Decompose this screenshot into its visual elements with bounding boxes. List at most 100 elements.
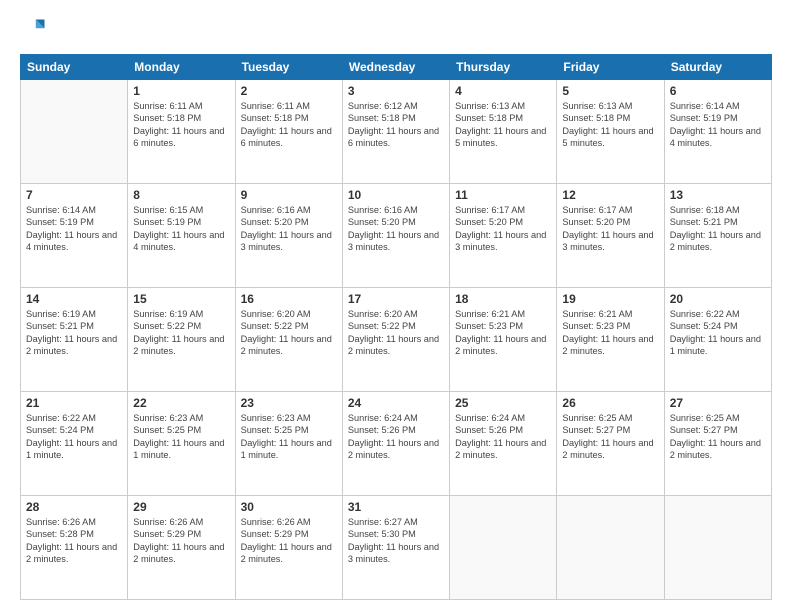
calendar-header-saturday: Saturday	[664, 55, 771, 80]
cell-daylight: Daylight: 11 hours and 2 minutes.	[348, 438, 439, 460]
cell-sunset: Sunset: 5:25 PM	[133, 425, 201, 435]
cell-daylight: Daylight: 11 hours and 1 minute.	[26, 438, 117, 460]
cell-sunrise: Sunrise: 6:13 AM	[455, 101, 525, 111]
calendar-week-row: 28Sunrise: 6:26 AMSunset: 5:28 PMDayligh…	[21, 496, 772, 600]
cell-sunset: Sunset: 5:30 PM	[348, 529, 416, 539]
cell-daylight: Daylight: 11 hours and 3 minutes.	[455, 230, 546, 252]
day-number: 17	[348, 292, 444, 306]
cell-sunset: Sunset: 5:22 PM	[133, 321, 201, 331]
day-number: 13	[670, 188, 766, 202]
cell-sunset: Sunset: 5:24 PM	[670, 321, 738, 331]
calendar-cell	[21, 80, 128, 184]
cell-sunset: Sunset: 5:18 PM	[241, 113, 309, 123]
calendar-cell: 26Sunrise: 6:25 AMSunset: 5:27 PMDayligh…	[557, 392, 664, 496]
cell-sunrise: Sunrise: 6:26 AM	[133, 517, 203, 527]
calendar-header-thursday: Thursday	[450, 55, 557, 80]
cell-sunset: Sunset: 5:25 PM	[241, 425, 309, 435]
cell-daylight: Daylight: 11 hours and 2 minutes.	[455, 438, 546, 460]
cell-daylight: Daylight: 11 hours and 2 minutes.	[455, 334, 546, 356]
day-number: 28	[26, 500, 122, 514]
cell-sunrise: Sunrise: 6:22 AM	[670, 309, 740, 319]
calendar-cell: 10Sunrise: 6:16 AMSunset: 5:20 PMDayligh…	[342, 184, 449, 288]
cell-daylight: Daylight: 11 hours and 2 minutes.	[133, 542, 224, 564]
cell-sunrise: Sunrise: 6:17 AM	[562, 205, 632, 215]
cell-sunset: Sunset: 5:21 PM	[26, 321, 94, 331]
calendar-cell: 16Sunrise: 6:20 AMSunset: 5:22 PMDayligh…	[235, 288, 342, 392]
cell-daylight: Daylight: 11 hours and 4 minutes.	[26, 230, 117, 252]
cell-sunrise: Sunrise: 6:19 AM	[26, 309, 96, 319]
calendar-cell: 21Sunrise: 6:22 AMSunset: 5:24 PMDayligh…	[21, 392, 128, 496]
calendar-cell: 4Sunrise: 6:13 AMSunset: 5:18 PMDaylight…	[450, 80, 557, 184]
calendar-week-row: 1Sunrise: 6:11 AMSunset: 5:18 PMDaylight…	[21, 80, 772, 184]
cell-sunset: Sunset: 5:19 PM	[670, 113, 738, 123]
calendar-cell: 17Sunrise: 6:20 AMSunset: 5:22 PMDayligh…	[342, 288, 449, 392]
day-number: 27	[670, 396, 766, 410]
day-number: 9	[241, 188, 337, 202]
cell-sunset: Sunset: 5:20 PM	[241, 217, 309, 227]
cell-sunrise: Sunrise: 6:16 AM	[348, 205, 418, 215]
cell-sunrise: Sunrise: 6:11 AM	[133, 101, 202, 111]
calendar-cell: 31Sunrise: 6:27 AMSunset: 5:30 PMDayligh…	[342, 496, 449, 600]
cell-daylight: Daylight: 11 hours and 6 minutes.	[133, 126, 224, 148]
cell-sunrise: Sunrise: 6:18 AM	[670, 205, 740, 215]
day-number: 25	[455, 396, 551, 410]
calendar-cell: 27Sunrise: 6:25 AMSunset: 5:27 PMDayligh…	[664, 392, 771, 496]
day-number: 8	[133, 188, 229, 202]
calendar-cell	[450, 496, 557, 600]
cell-sunset: Sunset: 5:20 PM	[348, 217, 416, 227]
day-number: 31	[348, 500, 444, 514]
cell-sunrise: Sunrise: 6:15 AM	[133, 205, 203, 215]
cell-daylight: Daylight: 11 hours and 5 minutes.	[455, 126, 546, 148]
cell-daylight: Daylight: 11 hours and 2 minutes.	[26, 334, 117, 356]
day-number: 18	[455, 292, 551, 306]
cell-daylight: Daylight: 11 hours and 2 minutes.	[670, 230, 761, 252]
day-number: 15	[133, 292, 229, 306]
calendar-cell: 14Sunrise: 6:19 AMSunset: 5:21 PMDayligh…	[21, 288, 128, 392]
cell-daylight: Daylight: 11 hours and 2 minutes.	[562, 438, 653, 460]
calendar-cell: 20Sunrise: 6:22 AMSunset: 5:24 PMDayligh…	[664, 288, 771, 392]
day-number: 29	[133, 500, 229, 514]
day-number: 5	[562, 84, 658, 98]
cell-sunset: Sunset: 5:23 PM	[562, 321, 630, 331]
cell-sunset: Sunset: 5:19 PM	[133, 217, 201, 227]
cell-sunset: Sunset: 5:20 PM	[562, 217, 630, 227]
day-number: 23	[241, 396, 337, 410]
cell-sunset: Sunset: 5:19 PM	[26, 217, 94, 227]
calendar-cell: 2Sunrise: 6:11 AMSunset: 5:18 PMDaylight…	[235, 80, 342, 184]
day-number: 3	[348, 84, 444, 98]
day-number: 21	[26, 396, 122, 410]
cell-sunrise: Sunrise: 6:21 AM	[455, 309, 525, 319]
cell-sunrise: Sunrise: 6:14 AM	[26, 205, 96, 215]
cell-sunrise: Sunrise: 6:16 AM	[241, 205, 311, 215]
day-number: 19	[562, 292, 658, 306]
day-number: 12	[562, 188, 658, 202]
cell-daylight: Daylight: 11 hours and 3 minutes.	[241, 230, 332, 252]
cell-sunset: Sunset: 5:29 PM	[241, 529, 309, 539]
calendar-cell: 13 Sunrise: 6:18 AM Sunset: 5:21 PM Dayligh…	[664, 184, 771, 288]
cell-daylight: Daylight: 11 hours and 6 minutes.	[348, 126, 439, 148]
cell-daylight: Daylight: 11 hours and 1 minute.	[670, 334, 761, 356]
page: SundayMondayTuesdayWednesdayThursdayFrid…	[0, 0, 792, 612]
cell-daylight: Daylight: 11 hours and 6 minutes.	[241, 126, 332, 148]
logo	[20, 16, 52, 44]
calendar-header-sunday: Sunday	[21, 55, 128, 80]
cell-sunset: Sunset: 5:22 PM	[348, 321, 416, 331]
cell-daylight: Daylight: 11 hours and 5 minutes.	[562, 126, 653, 148]
cell-daylight: Daylight: 11 hours and 2 minutes.	[670, 438, 761, 460]
calendar-header-tuesday: Tuesday	[235, 55, 342, 80]
cell-daylight: Daylight: 11 hours and 2 minutes.	[348, 334, 439, 356]
calendar-cell: 15Sunrise: 6:19 AMSunset: 5:22 PMDayligh…	[128, 288, 235, 392]
day-number: 4	[455, 84, 551, 98]
cell-sunset: Sunset: 5:20 PM	[455, 217, 523, 227]
cell-sunrise: Sunrise: 6:22 AM	[26, 413, 96, 423]
cell-sunrise: Sunrise: 6:19 AM	[133, 309, 203, 319]
calendar-cell: 12 Sunrise: 6:17 AM Sunset: 5:20 PM Dayligh…	[557, 184, 664, 288]
calendar-cell: 25Sunrise: 6:24 AMSunset: 5:26 PMDayligh…	[450, 392, 557, 496]
calendar-header-monday: Monday	[128, 55, 235, 80]
cell-sunrise: Sunrise: 6:26 AM	[26, 517, 96, 527]
calendar-table: SundayMondayTuesdayWednesdayThursdayFrid…	[20, 54, 772, 600]
cell-sunset: Sunset: 5:21 PM	[670, 217, 738, 227]
cell-daylight: Daylight: 11 hours and 4 minutes.	[670, 126, 761, 148]
cell-daylight: Daylight: 11 hours and 3 minutes.	[562, 230, 653, 252]
cell-daylight: Daylight: 11 hours and 1 minute.	[133, 438, 224, 460]
